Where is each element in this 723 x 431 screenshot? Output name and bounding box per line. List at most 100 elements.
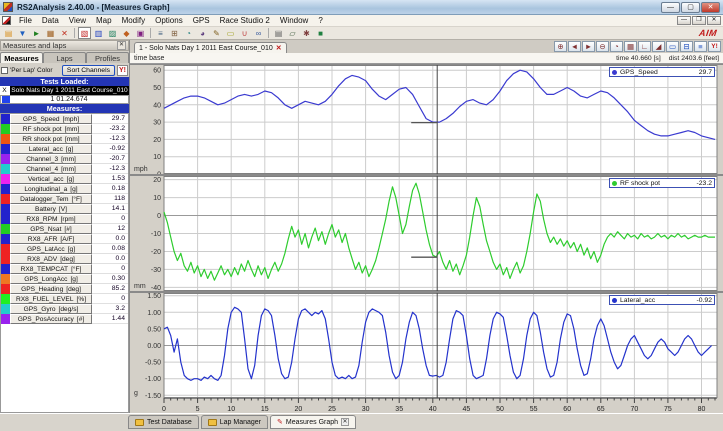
measure-row[interactable]: Longitudinal_a [g] 0.18 [1,184,128,194]
sidebar-tab-laps[interactable]: Laps [43,52,86,63]
menu-view[interactable]: View [64,16,91,25]
panel-close-icon[interactable]: ✕ [117,41,126,50]
test-row[interactable]: X Solo Nats Day 1 2011 East Course_010 [0,86,129,95]
marker-icon[interactable]: ◢ [652,41,665,52]
measure-color-swatch[interactable] [1,214,10,224]
measure-color-swatch[interactable] [1,194,10,204]
measure-row[interactable]: Channel_3 [mm] -20.7 [1,154,128,164]
sidebar-tab-measures[interactable]: Measures [0,52,43,63]
sort-channels-button[interactable]: Sort Channels [61,64,115,76]
menu-data[interactable]: Data [37,16,64,25]
measure-color-swatch[interactable] [1,114,10,124]
measure-name-button[interactable]: RX8_FUEL_LEVEL [%] [10,294,92,304]
menu-gps[interactable]: GPS [188,16,215,25]
measure-color-swatch[interactable] [1,224,10,234]
sort-channels-icon[interactable]: Y! [708,41,721,52]
measure-name-button[interactable]: Vertical_acc [g] [10,174,92,184]
sidebar-tab-profiles[interactable]: Profiles [86,52,129,63]
child-minimize-button[interactable]: — [677,16,691,25]
rf-shock-pot-plot[interactable]: 20100-10-20-30-40mm [130,176,723,292]
minimize-button[interactable]: — [661,1,680,13]
layout-multi-icon[interactable]: ≡ [694,41,707,52]
measure-color-swatch[interactable] [1,164,10,174]
measure-color-swatch[interactable] [1,274,10,284]
speed-legend[interactable]: GPS_Speed 29.7 [609,67,715,77]
measure-row[interactable]: RR shock pot [mm] -12.3 [1,134,128,144]
open-test-icon[interactable]: ▤ [2,27,15,39]
link-icon[interactable]: ∞ [252,27,265,39]
compare-icon[interactable]: ⊞ [168,27,181,39]
measure-color-swatch[interactable] [1,284,10,294]
axes-icon[interactable]: ∟ [638,41,651,52]
measure-color-swatch[interactable] [1,124,10,134]
printer-icon[interactable]: ▤ [272,27,285,39]
close-button[interactable]: ✕ [701,1,720,13]
measure-color-swatch[interactable] [1,304,10,314]
graph-tab-close-icon[interactable]: ✕ [276,44,282,52]
measure-row[interactable]: GPS_LatAcc [g] 0.08 [1,244,128,254]
child-close-button[interactable]: ✕ [707,16,721,25]
zoom-prev-icon[interactable]: ◄ [568,41,581,52]
measure-row[interactable]: Channel_4 [mm] -12.3 [1,164,128,174]
copy-icon[interactable]: ▱ [286,27,299,39]
measure-row[interactable]: GPS_Heading [deg] 85.2 [1,284,128,294]
bottom-tab-measures-graph[interactable]: ✎ Measures Graph ✕ [270,415,357,429]
measure-color-swatch[interactable] [1,134,10,144]
measure-name-button[interactable]: Datalogger_Tem [°F] [10,194,92,204]
split-lap-icon[interactable]: ≡ [154,27,167,39]
measure-name-button[interactable]: RX8_TEMPCAT [°F] [10,264,92,274]
lap-color-swatch[interactable] [2,96,10,103]
delete-test-icon[interactable]: ✕ [58,27,71,39]
measure-row[interactable]: GPS_LongAcc [g] 0.30 [1,274,128,284]
zoom-out-icon[interactable]: ⊖ [596,41,609,52]
menu-modify[interactable]: Modify [117,16,151,25]
menu-map[interactable]: Map [91,16,117,25]
measure-name-button[interactable]: Lateral_acc [g] [10,144,92,154]
shock-legend[interactable]: RF shock pot -23.2 [609,178,715,188]
distance-base-icon[interactable]: ▦ [624,41,637,52]
measures-graph-icon[interactable]: ▧ [78,27,91,39]
histogram-icon[interactable]: ▥ [92,27,105,39]
exit-icon[interactable]: ■ [314,27,327,39]
measure-name-button[interactable]: RR shock pot [mm] [10,134,92,144]
magnet-icon[interactable]: ∪ [238,27,251,39]
lateral-legend[interactable]: Lateral_acc -0.92 [609,295,715,305]
measure-name-button[interactable]: GPS_PosAccuracy [#] [10,314,92,324]
shock-chart[interactable]: 20 10 0 -10 -20 -30 -40 mm RF shock pot -23.2 [130,174,723,292]
measure-row[interactable]: GPS_Gyro [deg/s] 3.2 [1,304,128,314]
measure-name-button[interactable]: Channel_4 [mm] [10,164,92,174]
measure-color-swatch[interactable] [1,294,10,304]
measure-row[interactable]: RX8_FUEL_LEVEL [%] 0 [1,294,128,304]
measure-row[interactable]: Vertical_acc [g] 1.53 [1,174,128,184]
layout-split-icon[interactable]: ⊟ [680,41,693,52]
measure-name-button[interactable]: RX8_ADV [deg] [10,254,92,264]
lap-row[interactable]: 1 01.24.674 [0,95,129,104]
zoom-in-icon[interactable]: ⊕ [554,41,567,52]
measure-row[interactable]: GPS_Speed [mph] 29.7 [1,114,128,124]
measure-color-swatch[interactable] [1,314,10,324]
measure-row[interactable]: RX8_TEMPCAT [°F] 0 [1,264,128,274]
report-icon[interactable]: ▣ [134,27,147,39]
gps-speed-plot[interactable]: 6050403020100mph [130,65,723,179]
measure-row[interactable]: RX8_RPM [rpm] 0 [1,214,128,224]
child-restore-button[interactable]: ❐ [692,16,706,25]
lateral-acc-plot[interactable]: 1.50 1.00 0.50 0.00 -0.50 -1.00 -1.50 g [130,293,723,400]
measure-name-button[interactable]: RF shock pot [mm] [10,124,92,134]
measure-color-swatch[interactable] [1,264,10,274]
measure-row[interactable]: Lateral_acc [g] -0.92 [1,144,128,154]
measure-name-button[interactable]: Channel_3 [mm] [10,154,92,164]
measure-name-button[interactable]: Longitudinal_a [g] [10,184,92,194]
eraser-icon[interactable]: ▭ [224,27,237,39]
tab-close-icon[interactable]: ✕ [341,418,350,426]
menu-race-studio-2[interactable]: Race Studio 2 [215,16,275,25]
measure-name-button[interactable]: RX8_AFR [A/F] [10,234,92,244]
child-window-icon[interactable] [2,16,11,25]
menu-options[interactable]: Options [150,16,188,25]
lateral-chart[interactable]: 1.50 1.00 0.50 0.00 -0.50 -1.00 -1.50 g Lateral… [130,291,723,400]
measure-name-button[interactable]: GPS_Heading [deg] [10,284,92,294]
measure-name-button[interactable]: RX8_RPM [rpm] [10,214,92,224]
speed-chart[interactable]: 6050403020100mph GPS_Speed 29.7 [130,64,723,179]
measure-color-swatch[interactable] [1,174,10,184]
measure-color-swatch[interactable] [1,244,10,254]
xy-plot-icon[interactable]: ▨ [106,27,119,39]
